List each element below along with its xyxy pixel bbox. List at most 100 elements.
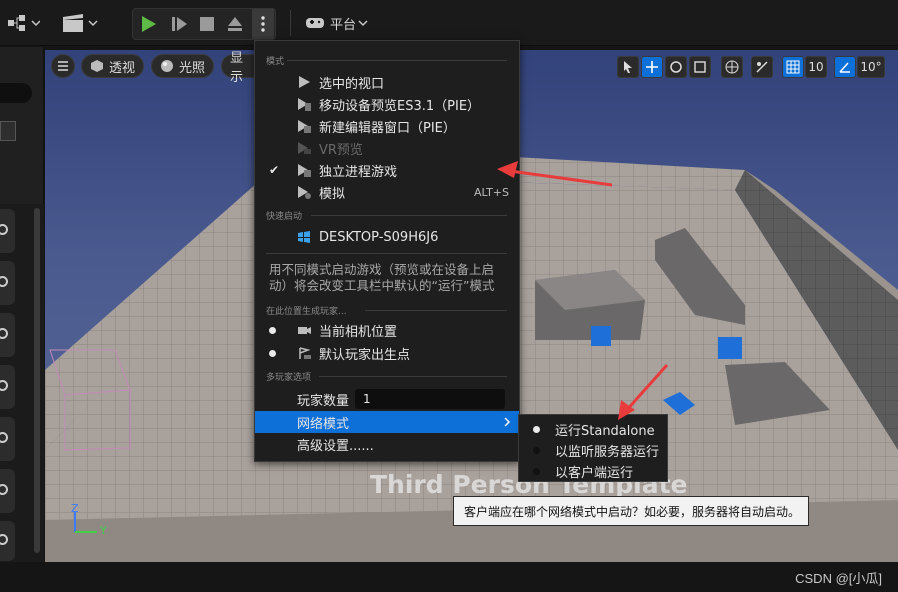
angle-snap-toggle[interactable]	[834, 56, 856, 78]
menu-item-selected-viewport[interactable]: 选中的视口	[255, 71, 519, 93]
camera-icon	[298, 327, 311, 334]
play-icon[interactable]	[142, 16, 156, 32]
lighting-label: 光照	[179, 60, 206, 76]
radio-indicator	[533, 446, 540, 454]
cinematics-dropdown[interactable]	[62, 8, 100, 38]
angle-icon	[839, 62, 850, 73]
players-label: 玩家数量	[297, 393, 350, 409]
hierarchy-icon	[8, 15, 40, 31]
shortcut-label: ALT+S	[473, 185, 509, 199]
menu-item-device[interactable]: DESKTOP-S09H6J6	[255, 226, 519, 248]
cursor-icon	[624, 61, 632, 73]
filter-button[interactable]	[0, 121, 16, 141]
submenu-item-label: 以监听服务器运行	[555, 444, 660, 460]
axis-z-label: Z	[71, 502, 79, 515]
menu-item-label: 当前相机位置	[319, 324, 398, 340]
check-icon: ✔	[269, 163, 280, 177]
menu-item-net-mode[interactable]: 网络模式	[255, 411, 519, 433]
angle-snap-value[interactable]: 10°	[857, 56, 885, 78]
eye-icon	[0, 534, 8, 545]
radio-indicator	[533, 425, 540, 433]
rotate-button[interactable]	[665, 56, 687, 78]
list-item[interactable]	[0, 209, 15, 253]
radio-indicator	[269, 349, 276, 357]
players-count-value: 1	[363, 392, 371, 406]
search-field[interactable]	[0, 83, 32, 103]
blueprint-dropdown[interactable]	[6, 8, 40, 38]
vr-icon	[298, 142, 311, 154]
chevron-down-icon	[358, 20, 368, 27]
net-mode-submenu: 运行Standalone 以监听服务器运行 以客户端运行	[518, 414, 668, 482]
step-icon[interactable]	[172, 17, 187, 31]
left-panel	[0, 47, 44, 562]
perspective-button[interactable]: 透视	[81, 54, 145, 78]
submenu-item-listen-server[interactable]: 以监听服务器运行	[519, 439, 667, 461]
play-options-menu: 模式 选中的视口 移动设备预览ES3.1（PIE） 新建编辑器窗口（PIE） V…	[254, 40, 520, 462]
chevron-right-icon	[504, 417, 511, 427]
play-controls	[132, 8, 276, 40]
eye-icon	[0, 484, 8, 495]
list-item[interactable]	[0, 261, 15, 305]
menu-item-vr-preview: VR预览	[255, 137, 519, 159]
submenu-item-client[interactable]: 以客户端运行	[519, 460, 667, 482]
play-icon	[299, 76, 310, 88]
net-mode-label: 网络模式	[297, 416, 350, 432]
eye-icon	[0, 432, 8, 443]
stop-icon[interactable]	[200, 17, 214, 31]
menu-item-advanced-settings[interactable]: 高级设置......	[255, 433, 519, 455]
scale-button[interactable]	[689, 56, 711, 78]
simulate-icon	[298, 186, 311, 199]
menu-item-label: 移动设备预览ES3.1（PIE）	[319, 98, 481, 114]
list-item[interactable]	[0, 521, 15, 561]
perspective-label: 透视	[109, 60, 136, 76]
translate-button[interactable]	[641, 56, 663, 78]
net-mode-tooltip: 客户端应在哪个网络模式中启动？如必要，服务器将自动启动。	[453, 496, 809, 526]
menu-item-camera-location[interactable]: 当前相机位置	[255, 319, 519, 341]
menu-item-mobile-preview[interactable]: 移动设备预览ES3.1（PIE）	[255, 93, 519, 115]
lighting-button[interactable]: 光照	[151, 54, 215, 78]
players-count-input[interactable]: 1	[355, 389, 505, 409]
grid-snap-toggle[interactable]	[782, 56, 804, 78]
show-button[interactable]: 显示	[221, 51, 257, 85]
eject-icon[interactable]	[228, 17, 242, 31]
grid-snap-value[interactable]: 10	[805, 56, 827, 78]
world-local-button[interactable]	[721, 56, 743, 78]
menu-item-simulate[interactable]: 模拟 ALT+S	[255, 181, 519, 203]
platform-label: 平台	[330, 17, 357, 33]
viewport-menu-button[interactable]	[51, 54, 75, 78]
clapper-icon	[63, 14, 98, 32]
move-icon	[646, 61, 658, 73]
radio-indicator	[269, 326, 276, 334]
show-label: 显示	[230, 51, 244, 85]
device-label: DESKTOP-S09H6J6	[319, 229, 439, 245]
more-options-icon[interactable]	[261, 16, 265, 32]
platform-dropdown[interactable]: 平台	[304, 8, 370, 38]
section-spawn-header: 在此位置生成玩家...	[266, 307, 347, 317]
section-quick-header: 快速启动	[266, 212, 303, 222]
section-mode-header: 模式	[266, 57, 285, 67]
player-start-icon	[299, 347, 311, 359]
eye-icon	[0, 276, 8, 287]
select-mode-button[interactable]	[617, 56, 639, 78]
menu-item-label: 默认玩家出生点	[319, 347, 411, 363]
list-item[interactable]	[0, 365, 15, 409]
menu-item-new-window[interactable]: 新建编辑器窗口（PIE）	[255, 115, 519, 137]
surface-snap-button[interactable]	[751, 56, 773, 78]
submenu-item-standalone[interactable]: 运行Standalone	[519, 418, 667, 440]
watermark: CSDN @[小瓜]	[795, 571, 882, 586]
menu-item-label: VR预览	[319, 142, 363, 158]
menu-item-standalone-game[interactable]: ✔ 独立进程游戏	[255, 159, 519, 181]
mode-description: 用不同模式启动游戏（预览或在设备上启动）将会改变工具栏中默认的“运行”模式	[269, 262, 495, 293]
windows-icon	[298, 231, 310, 243]
status-bar: CSDN @[小瓜]	[0, 562, 898, 592]
list-item[interactable]	[0, 417, 15, 461]
scrollbar[interactable]	[34, 208, 40, 553]
menu-item-label: 新建编辑器窗口（PIE）	[319, 120, 456, 136]
menu-item-player-start[interactable]: 默认玩家出生点	[255, 342, 519, 364]
list-item[interactable]	[0, 469, 15, 513]
submenu-item-label: 以客户端运行	[555, 465, 634, 481]
menu-item-label: 模拟	[319, 186, 346, 202]
players-row: 玩家数量 1	[255, 388, 519, 410]
list-item[interactable]	[0, 313, 15, 357]
gamepad-icon	[306, 18, 324, 28]
